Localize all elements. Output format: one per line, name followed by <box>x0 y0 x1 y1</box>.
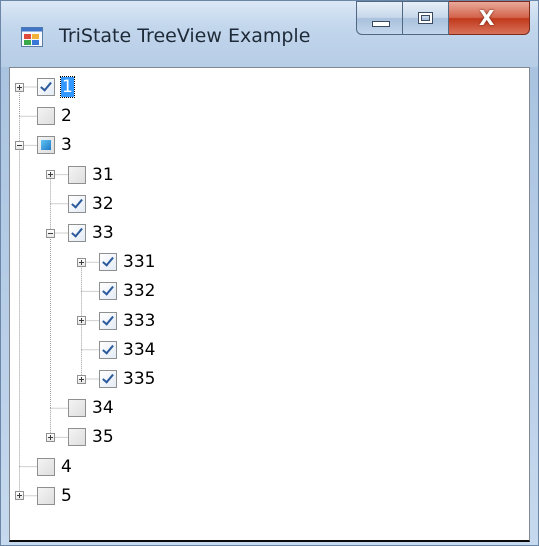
tree-node-checkbox[interactable] <box>99 282 117 301</box>
tree-node-label[interactable]: 1 <box>60 76 75 98</box>
tree-connector-lines <box>19 86 104 497</box>
collapse-icon[interactable] <box>46 228 55 238</box>
minimize-button[interactable] <box>356 1 403 35</box>
tree-node-checkbox[interactable] <box>37 457 55 476</box>
maximize-icon <box>418 12 433 24</box>
tree-node-checkbox[interactable] <box>37 136 55 155</box>
close-button[interactable]: X <box>449 1 530 35</box>
tree-node-checkbox[interactable] <box>99 311 117 330</box>
expand-icon[interactable] <box>46 432 55 442</box>
tree-node-label[interactable]: 332 <box>123 281 155 301</box>
tree-node-label[interactable]: 4 <box>61 457 72 477</box>
tree-node-checkbox[interactable] <box>68 165 86 184</box>
tree-node-checkbox[interactable] <box>37 486 55 505</box>
app-window: TriState TreeView Example X 1 2 3 31 32 33 331… <box>0 0 539 546</box>
tree-node-label[interactable]: 3 <box>61 135 72 155</box>
tree-node-checkbox[interactable] <box>37 78 55 96</box>
tree-node-checkbox[interactable] <box>37 107 55 126</box>
tree-node-checkbox[interactable] <box>99 370 117 388</box>
tree-node-label[interactable]: 333 <box>123 311 155 331</box>
tree-node-label[interactable]: 33 <box>92 223 114 243</box>
close-icon: X <box>479 6 495 30</box>
expand-icon[interactable] <box>15 491 24 501</box>
expand-icon[interactable] <box>77 257 86 267</box>
tree-node-label[interactable]: 5 <box>61 486 72 506</box>
tree-node-label[interactable]: 2 <box>61 106 72 126</box>
title-bar[interactable]: TriState TreeView Example X <box>1 1 538 67</box>
tree-node-checkbox[interactable] <box>68 224 86 242</box>
tree-container: 1 2 3 31 32 33 331 332 333 334 335 34 35 4 5 <box>10 68 529 540</box>
tree-node-checkbox[interactable] <box>68 194 86 213</box>
expand-icon[interactable] <box>46 170 55 180</box>
minimize-icon <box>372 21 390 27</box>
collapse-icon[interactable] <box>15 140 24 150</box>
caption-buttons: X <box>356 1 530 37</box>
expand-icon[interactable] <box>77 316 86 326</box>
tree-node-checkbox[interactable] <box>99 253 117 272</box>
expand-icon[interactable] <box>15 82 24 92</box>
tree-node-label[interactable]: 35 <box>92 427 114 447</box>
maximize-button[interactable] <box>403 1 449 35</box>
app-icon <box>21 27 43 47</box>
tree-node-label[interactable]: 334 <box>123 340 155 360</box>
tree-node-label[interactable]: 32 <box>92 194 114 214</box>
tree-node-label[interactable]: 335 <box>123 369 155 389</box>
tree-node-label[interactable]: 31 <box>92 165 114 185</box>
tree-node-checkbox[interactable] <box>99 340 117 359</box>
tree-node-label[interactable]: 331 <box>123 252 155 272</box>
expand-icon[interactable] <box>77 374 86 384</box>
tree-node-checkbox[interactable] <box>68 428 86 447</box>
tree-node-checkbox[interactable] <box>68 399 86 418</box>
tree-node-label[interactable]: 34 <box>92 398 114 418</box>
window-title: TriState TreeView Example <box>59 25 311 47</box>
treeview[interactable]: 1 2 3 31 32 33 331 332 333 334 335 34 35 4 5 <box>9 67 530 542</box>
